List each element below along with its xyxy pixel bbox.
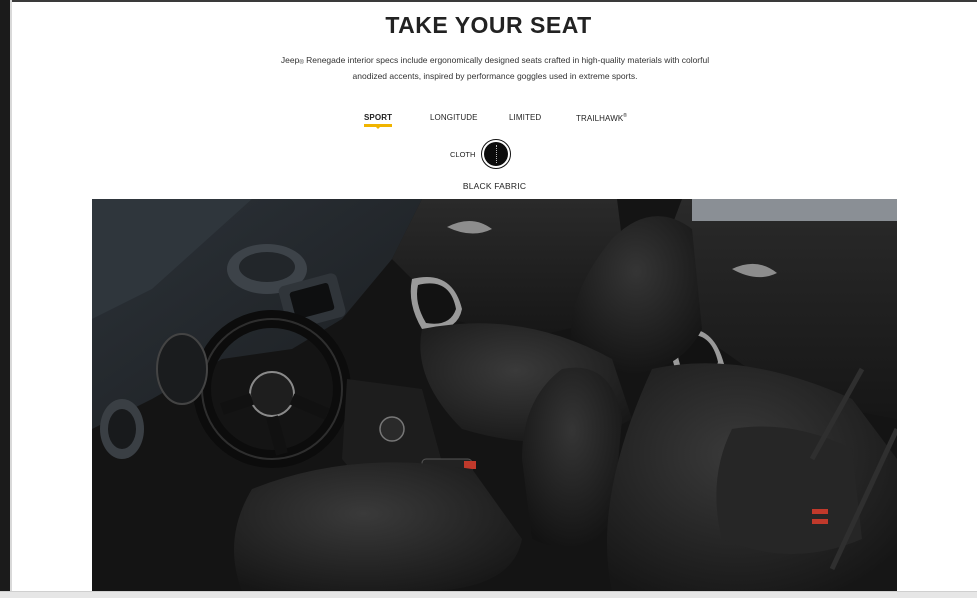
- left-edge-divider: [10, 0, 12, 597]
- tab-label: LONGITUDE: [430, 113, 478, 122]
- active-tab-indicator: [375, 126, 382, 129]
- tab-trailhawk[interactable]: TRAILHAWK®: [576, 113, 627, 123]
- tab-label: SPORT: [364, 113, 393, 122]
- section-title: TAKE YOUR SEAT: [385, 12, 592, 38]
- registered-mark: ®: [623, 113, 628, 119]
- trim-tabs: SPORT LONGITUDE LIMITED TRAILHAWK®: [0, 113, 977, 133]
- tab-longitude[interactable]: LONGITUDE: [430, 113, 478, 122]
- interior-image: [92, 199, 897, 591]
- window-top-border: [0, 0, 977, 2]
- tab-sport[interactable]: SPORT: [364, 113, 393, 129]
- material-type-label: CLOTH: [450, 150, 476, 159]
- description-brand: Jeep: [280, 55, 300, 65]
- description-text: Renegade interior specs include ergonomi…: [303, 55, 710, 81]
- swatch-stitch-line: [495, 145, 497, 163]
- tab-label: LIMITED: [509, 113, 542, 122]
- left-edge-strip: [0, 0, 10, 597]
- tab-limited[interactable]: LIMITED: [509, 113, 541, 122]
- interior-illustration: [92, 199, 897, 591]
- selected-fabric-name: BLACK FABRIC: [462, 181, 527, 191]
- section-description: Jeep® Renegade interior specs include er…: [270, 54, 720, 83]
- tab-label: TRAILHAWK: [576, 114, 624, 123]
- swatch-color: [484, 142, 508, 166]
- fabric-swatch-black[interactable]: [481, 139, 511, 169]
